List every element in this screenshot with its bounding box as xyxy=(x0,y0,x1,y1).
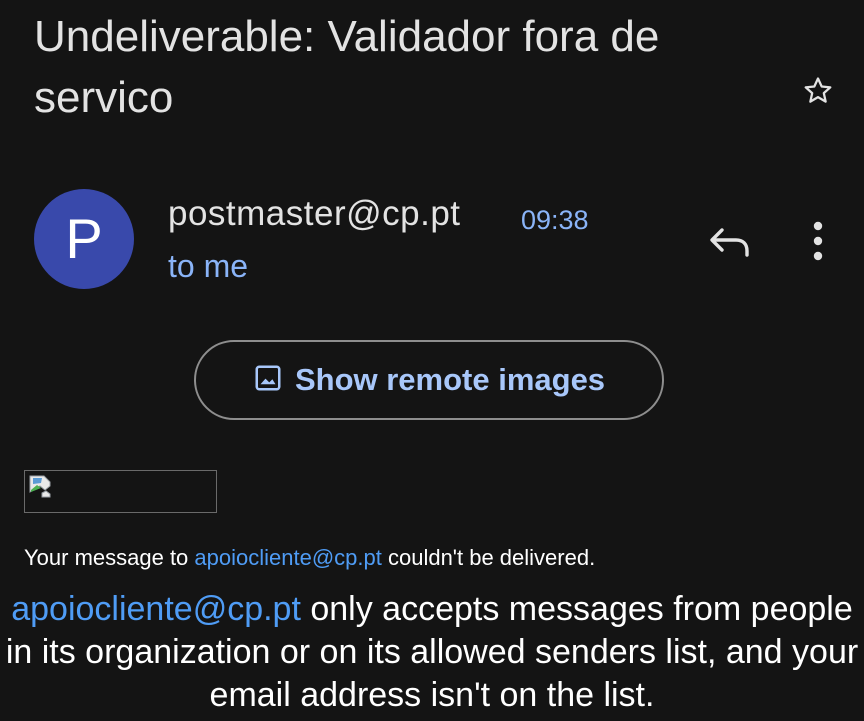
message-time: 09:38 xyxy=(521,205,589,235)
show-remote-images-button[interactable]: Show remote images xyxy=(194,340,664,420)
image-icon xyxy=(253,363,283,398)
sender-avatar[interactable]: P xyxy=(34,189,134,289)
broken-image-icon xyxy=(28,474,54,503)
reply-icon[interactable] xyxy=(706,222,754,262)
recipient-email-link[interactable]: apoiocliente@cp.pt xyxy=(194,545,381,570)
line1-prefix: Your message to xyxy=(24,545,195,570)
email-view: Undeliverable: Validador fora de servico… xyxy=(0,0,864,721)
email-subject: Undeliverable: Validador fora de servico xyxy=(34,12,660,122)
delivery-failure-line: Your message to apoiocliente@cp.pt could… xyxy=(24,545,595,571)
recipient-details[interactable]: to me xyxy=(168,248,248,285)
sender-address[interactable]: postmaster@cp.pt xyxy=(168,194,461,234)
rejection-explanation: apoiocliente@cp.pt only accepts messages… xyxy=(0,588,864,717)
more-vert-icon[interactable] xyxy=(805,218,831,264)
line1-suffix: couldn't be delivered. xyxy=(381,545,596,570)
show-remote-images-label: Show remote images xyxy=(294,362,606,397)
recipient-email-link-2[interactable]: apoiocliente@cp.pt xyxy=(11,590,301,628)
star-icon[interactable] xyxy=(801,74,835,108)
broken-image-placeholder xyxy=(24,470,217,513)
